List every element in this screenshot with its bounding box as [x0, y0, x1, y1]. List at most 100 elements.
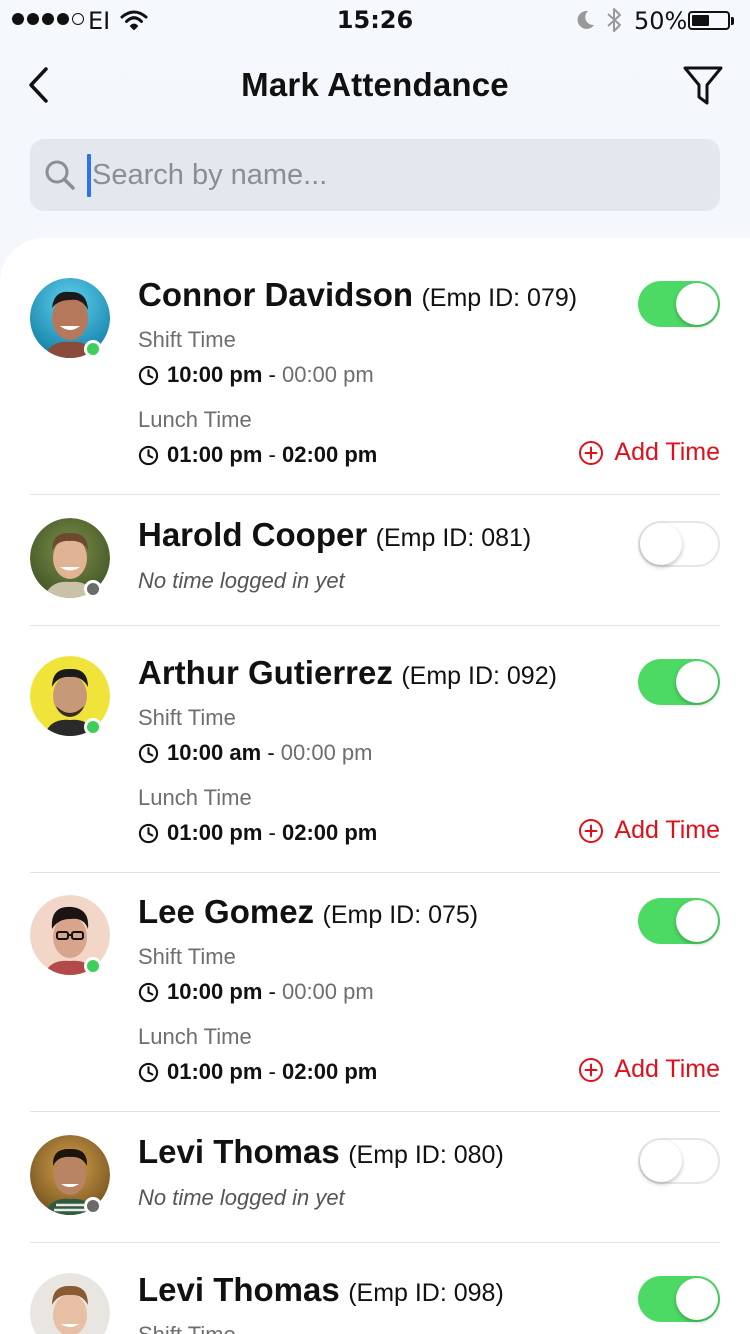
- page-title: Mark Attendance: [241, 66, 509, 103]
- attendance-toggle[interactable]: [638, 1138, 720, 1184]
- clock-icon: [138, 365, 159, 385]
- attendance-toggle[interactable]: [638, 521, 720, 567]
- search-input[interactable]: [92, 149, 692, 201]
- time-separator: -: [267, 740, 275, 765]
- employee-row[interactable]: Lee Gomez (Emp ID: 075) Shift Time 10:00…: [30, 893, 720, 1111]
- employee-name-line: Levi Thomas (Emp ID: 080): [138, 1133, 504, 1171]
- avatar: [30, 1273, 110, 1334]
- battery-percentage: 50%: [634, 7, 688, 35]
- shift-time-label: Shift Time: [138, 327, 236, 352]
- lunch-end: 02:00 pm: [281, 820, 378, 845]
- employee-row[interactable]: Arthur Gutierrez (Emp ID: 092) Shift Tim…: [30, 654, 720, 872]
- clock-icon: [138, 982, 159, 1002]
- toggle-knob: [640, 523, 682, 565]
- employee-id: (Emp ID: 079): [421, 284, 578, 312]
- attendance-toggle[interactable]: [638, 898, 720, 944]
- toggle-knob: [676, 661, 718, 703]
- employee-name: Connor Davidson: [138, 276, 414, 313]
- lunch-time-label: Lunch Time: [138, 1024, 252, 1049]
- employee-id: (Emp ID: 098): [348, 1279, 504, 1307]
- clock-icon: [138, 445, 159, 465]
- toggle-knob: [676, 1278, 718, 1320]
- attendance-toggle[interactable]: [638, 1276, 720, 1322]
- attendance-toggle[interactable]: [638, 281, 720, 327]
- plus-circle-icon: [579, 818, 604, 843]
- battery-icon: [688, 11, 734, 30]
- lunch-start: 01:00 pm: [167, 1059, 263, 1084]
- bluetooth-icon: [607, 8, 621, 32]
- shift-time-label: Shift Time: [138, 705, 236, 730]
- time-separator: -: [268, 979, 276, 1004]
- shift-start: 10:00 pm: [167, 979, 263, 1004]
- lunch-end: 02:00 pm: [281, 442, 378, 467]
- row-divider: [30, 625, 720, 626]
- attendance-toggle[interactable]: [638, 659, 720, 705]
- employee-id: (Emp ID: 092): [401, 662, 557, 690]
- employee-name-line: Connor Davidson (Emp ID: 079): [138, 276, 577, 314]
- lunch-start: 01:00 pm: [167, 442, 263, 467]
- shift-end: 00:00 pm: [281, 362, 374, 387]
- shift-time-label: Shift Time: [138, 944, 236, 969]
- row-divider: [30, 872, 720, 873]
- offline-status-dot: [84, 1197, 102, 1215]
- add-time-button[interactable]: Add Time: [578, 1055, 720, 1084]
- add-time-label: Add Time: [614, 1055, 720, 1083]
- shift-end: 00:00 pm: [281, 979, 374, 1004]
- lunch-time-label: Lunch Time: [138, 785, 252, 810]
- time-separator: -: [268, 820, 276, 845]
- employee-list: Connor Davidson (Emp ID: 079) Shift Time…: [0, 238, 750, 1334]
- shift-end: 00:00 pm: [280, 740, 373, 765]
- time-separator: -: [268, 1059, 276, 1084]
- employee-id: (Emp ID: 080): [348, 1141, 504, 1169]
- attendance-screen: EI 15:26 50% Mark Attendance Search by n…: [0, 0, 750, 1334]
- moon-icon: [577, 10, 594, 29]
- no-time-logged-text: No time logged in yet: [138, 1185, 345, 1210]
- lunch-time-value: 01:00 pm - 02:00 pm: [138, 820, 377, 846]
- clock-icon: [138, 743, 159, 763]
- add-time-button[interactable]: Add Time: [578, 816, 720, 845]
- shift-start: 10:00 pm: [167, 362, 263, 387]
- add-time-label: Add Time: [614, 816, 720, 844]
- employee-row[interactable]: Connor Davidson (Emp ID: 079) Shift Time…: [30, 276, 720, 494]
- employee-name: Lee Gomez: [138, 893, 315, 930]
- time-separator: -: [268, 362, 276, 387]
- shift-time-value: 10:00 am - 00:00 pm: [138, 740, 373, 766]
- text-cursor: [87, 154, 91, 197]
- employee-row[interactable]: Harold Cooper (Emp ID: 081) No time logg…: [30, 516, 720, 626]
- employee-name: Levi Thomas: [138, 1133, 340, 1170]
- shift-time-value: 10:00 pm - 00:00 pm: [138, 362, 374, 388]
- toggle-knob: [640, 1140, 682, 1182]
- lunch-time-label: Lunch Time: [138, 407, 252, 432]
- lunch-start: 01:00 pm: [167, 820, 263, 845]
- filter-icon[interactable]: [682, 64, 724, 108]
- status-bar: EI 15:26 50%: [0, 0, 750, 40]
- lunch-time-value: 01:00 pm - 02:00 pm: [138, 1059, 377, 1085]
- offline-status-dot: [84, 580, 102, 598]
- shift-start: 10:00 am: [167, 740, 262, 765]
- employee-name-line: Harold Cooper (Emp ID: 081): [138, 516, 531, 554]
- add-time-label: Add Time: [614, 438, 720, 466]
- online-status-dot: [84, 718, 102, 736]
- online-status-dot: [84, 957, 102, 975]
- search-bar[interactable]: [30, 139, 720, 211]
- search-icon: [45, 160, 75, 190]
- time-separator: -: [268, 442, 276, 467]
- employee-row[interactable]: Levi Thomas (Emp ID: 098) Shift Time: [30, 1271, 720, 1334]
- toggle-knob: [676, 900, 718, 942]
- employee-row[interactable]: Levi Thomas (Emp ID: 080) No time logged…: [30, 1133, 720, 1243]
- no-time-logged-text: No time logged in yet: [138, 568, 345, 593]
- employee-name: Levi Thomas: [138, 1271, 340, 1308]
- battery-level: [692, 15, 709, 26]
- employee-id: (Emp ID: 081): [375, 524, 532, 552]
- add-time-button[interactable]: Add Time: [578, 438, 720, 467]
- lunch-time-value: 01:00 pm - 02:00 pm: [138, 442, 377, 468]
- plus-circle-icon: [579, 440, 604, 465]
- employee-name: Arthur Gutierrez: [138, 654, 393, 691]
- employee-name-line: Levi Thomas (Emp ID: 098): [138, 1271, 504, 1309]
- employee-name: Harold Cooper: [138, 516, 368, 553]
- clock-icon: [138, 1062, 159, 1082]
- row-divider: [30, 1111, 720, 1112]
- clock-icon: [138, 823, 159, 843]
- online-status-dot: [84, 340, 102, 358]
- row-divider: [30, 494, 720, 495]
